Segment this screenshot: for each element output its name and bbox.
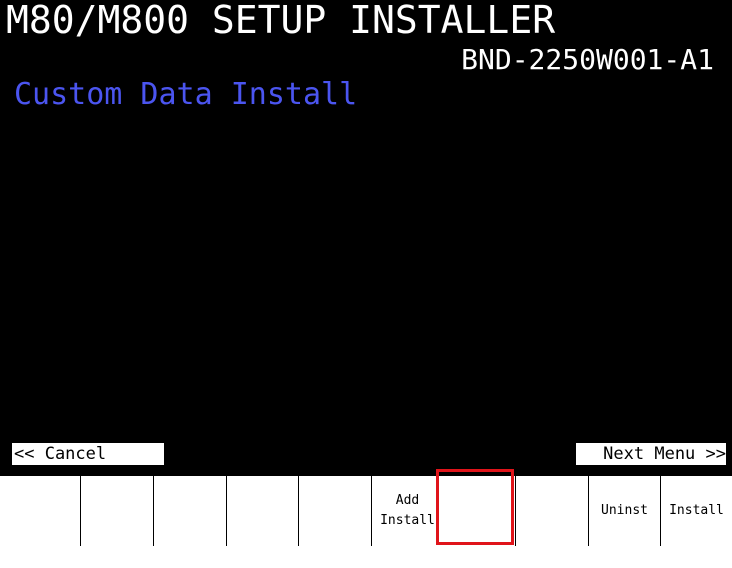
version-label: BND-2250W001-A1 [461,43,714,76]
softkey-4[interactable] [226,476,298,546]
softkey-bar: Add Install Uninst Install [8,476,732,546]
softkey-install[interactable]: Install [660,476,732,546]
softkey-uninst[interactable]: Uninst [588,476,660,546]
softkey-add-install[interactable]: Add Install [371,476,443,546]
softkey-add-install-line1: Add [395,493,420,508]
next-menu-button[interactable]: Next Menu >> [576,443,726,465]
softkey-add-install-line2: Install [380,513,435,528]
softkey-3[interactable] [153,476,225,546]
softkey-1[interactable] [8,476,80,546]
softkey-uninst-line1: Uninst [601,503,648,518]
softkey-5[interactable] [298,476,370,546]
cancel-button[interactable]: << Cancel [12,443,164,465]
app-title: M80/M800 SETUP INSTALLER [6,0,556,42]
softkey-2[interactable] [80,476,152,546]
softkey-7[interactable] [515,476,587,546]
softkey-install-line1: Install [669,503,724,518]
installer-screen: M80/M800 SETUP INSTALLER BND-2250W001-A1… [0,0,732,476]
page-subtitle: Custom Data Install [14,77,358,112]
